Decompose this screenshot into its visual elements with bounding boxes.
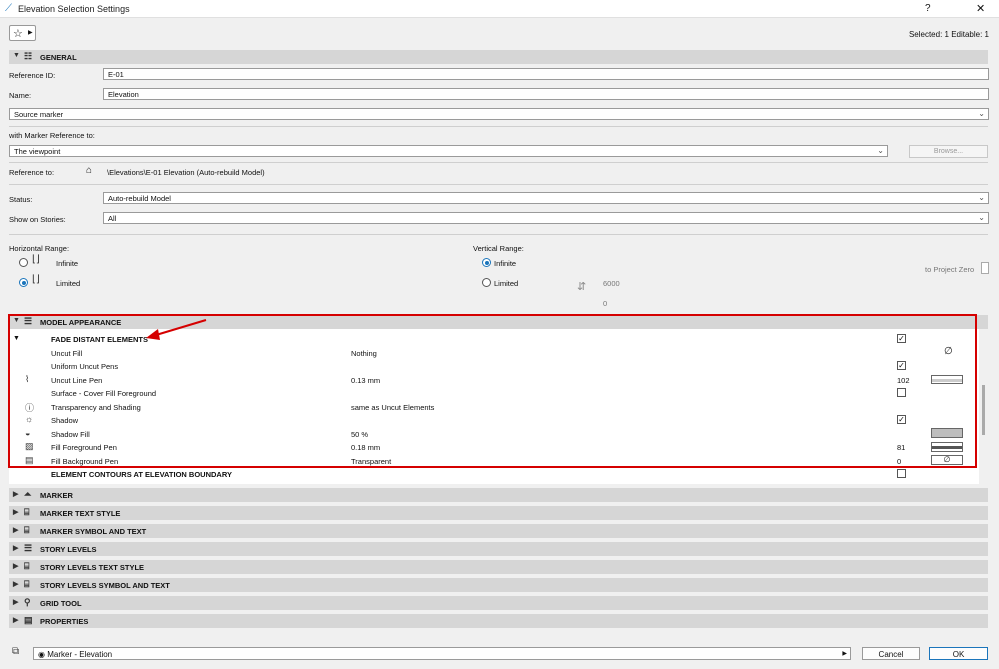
help-button[interactable]: ? — [925, 3, 931, 14]
v-bottom-value: 0 — [603, 299, 608, 308]
source-marker-select[interactable]: Source marker ⌄ — [9, 108, 989, 120]
chevron-down-icon: ⌄ — [877, 146, 884, 155]
vertical-range-label: Vertical Range: — [473, 244, 524, 253]
h-limited-label: Limited — [56, 279, 81, 288]
story-levels-section-header[interactable]: ▶ ☰ STORY LEVELS — [9, 542, 988, 556]
reference-to-value: \Elevations\E-01 Elevation (Auto-rebuild… — [107, 168, 265, 177]
layer-icon: ⧉ — [12, 646, 20, 657]
name-label: Name: — [9, 91, 32, 100]
text-style-icon: ⌸ — [24, 561, 30, 571]
title-bar: ⟋ Elevation Selection Settings ? ✕ — [0, 0, 999, 18]
show-on-stories-label: Show on Stories: — [9, 215, 66, 224]
browse-button[interactable]: Browse... — [909, 145, 988, 158]
v-limited-radio[interactable] — [482, 278, 491, 287]
app-logo-icon: ⟋ — [5, 3, 12, 14]
ok-button[interactable]: OK — [929, 647, 988, 660]
triangle-right-icon: ▶ — [13, 509, 19, 516]
reference-id-input[interactable]: E-01 — [103, 68, 989, 80]
chevron-down-icon: ▼ — [13, 52, 20, 59]
properties-icon: ▤ — [24, 615, 33, 625]
triangle-right-icon: ▶ — [13, 617, 19, 624]
divider — [9, 234, 988, 235]
marker-select[interactable]: ◉ Marker - Elevation ▶ — [33, 647, 851, 660]
divider — [9, 162, 988, 163]
story-levels-symbol-text-section-header[interactable]: ▶ ⌸ STORY LEVELS SYMBOL AND TEXT — [9, 578, 988, 592]
triangle-right-icon: ▶ — [13, 563, 19, 570]
horizontal-range-label: Horizontal Range: — [9, 244, 70, 253]
marker-section-header[interactable]: ▶ ⏶ MARKER — [9, 488, 988, 502]
triangle-right-icon: ▶ — [28, 30, 33, 36]
selection-info: Selected: 1 Editable: 1 — [908, 30, 989, 39]
v-limited-label: Limited — [494, 279, 519, 288]
status-select[interactable]: Auto-rebuild Model ⌄ — [103, 192, 989, 204]
limited-range-icon: ⌊⌋ — [32, 274, 40, 285]
h-limited-radio[interactable] — [19, 278, 28, 287]
chevron-down-icon: ⌄ — [978, 193, 985, 202]
reference-id-label: Reference ID: — [9, 71, 56, 80]
v-infinite-radio[interactable] — [482, 258, 491, 267]
marker-icon: ⏶ — [24, 489, 32, 499]
to-project-zero-label: to Project Zero — [925, 265, 975, 274]
cancel-button[interactable]: Cancel — [862, 647, 920, 660]
properties-section-header[interactable]: ▶ ▤ PROPERTIES — [9, 614, 988, 628]
triangle-right-icon: ▶ — [842, 651, 847, 657]
close-button[interactable]: ✕ — [976, 2, 985, 15]
grid-tool-section-header[interactable]: ▶ ⚲ GRID TOOL — [9, 596, 988, 610]
symbol-text-icon: ⌸ — [24, 579, 30, 589]
window-title: Elevation Selection Settings — [18, 4, 130, 14]
h-infinite-radio[interactable] — [19, 258, 28, 267]
triangle-right-icon: ▶ — [13, 545, 19, 552]
triangle-right-icon: ▶ — [13, 581, 19, 588]
marker-text-style-section-header[interactable]: ▶ ⌸ MARKER TEXT STYLE — [9, 506, 988, 520]
reference-to-label: Reference to: — [9, 168, 55, 177]
marker-reference-label: with Marker Reference to: — [9, 131, 95, 140]
general-section-header[interactable]: ▼ ☷ GENERAL — [9, 50, 988, 64]
general-icon: ☷ — [24, 51, 33, 61]
panel-scrollbar[interactable] — [982, 385, 985, 435]
symbol-text-icon: ⌸ — [24, 525, 30, 535]
star-icon: ☆ — [13, 28, 23, 40]
story-levels-icon: ☰ — [24, 543, 33, 553]
show-on-stories-select[interactable]: All ⌄ — [103, 212, 989, 224]
grid-tool-icon: ⚲ — [24, 597, 31, 607]
element-contours-row[interactable]: ELEMENT CONTOURS AT ELEVATION BOUNDARY — [9, 467, 979, 481]
h-infinite-label: Infinite — [56, 259, 79, 268]
v-infinite-label: Infinite — [494, 259, 517, 268]
eye-icon: ◉ — [38, 650, 45, 659]
v-top-value: 6000 — [603, 279, 620, 288]
triangle-right-icon: ▶ — [13, 599, 19, 606]
triangle-right-icon: ▶ — [13, 527, 19, 534]
name-input[interactable]: Elevation — [103, 88, 989, 100]
scrollbar-thumb[interactable] — [981, 262, 989, 274]
story-levels-text-style-section-header[interactable]: ▶ ⌸ STORY LEVELS TEXT STYLE — [9, 560, 988, 574]
marker-symbol-text-section-header[interactable]: ▶ ⌸ MARKER SYMBOL AND TEXT — [9, 524, 988, 538]
divider — [9, 184, 988, 185]
element-contours-checkbox[interactable] — [897, 469, 906, 478]
status-label: Status: — [9, 195, 33, 204]
chevron-down-icon: ⌄ — [978, 213, 985, 222]
footer-bar: ⧉ ◉ Marker - Elevation ▶ Cancel OK — [0, 642, 999, 669]
vertical-limit-icon: ⇵ — [577, 281, 587, 293]
home-icon: ⌂ — [86, 165, 93, 176]
triangle-right-icon: ▶ — [13, 491, 19, 498]
infinite-range-icon: ⌊⌋ — [32, 254, 40, 265]
chevron-down-icon: ⌄ — [978, 109, 985, 118]
favorites-button[interactable]: ☆ ▶ — [9, 25, 36, 41]
divider — [9, 126, 988, 127]
annotation-arrow — [146, 319, 207, 340]
text-style-icon: ⌸ — [24, 507, 30, 517]
marker-reference-select[interactable]: The viewpoint ⌄ — [9, 145, 888, 157]
